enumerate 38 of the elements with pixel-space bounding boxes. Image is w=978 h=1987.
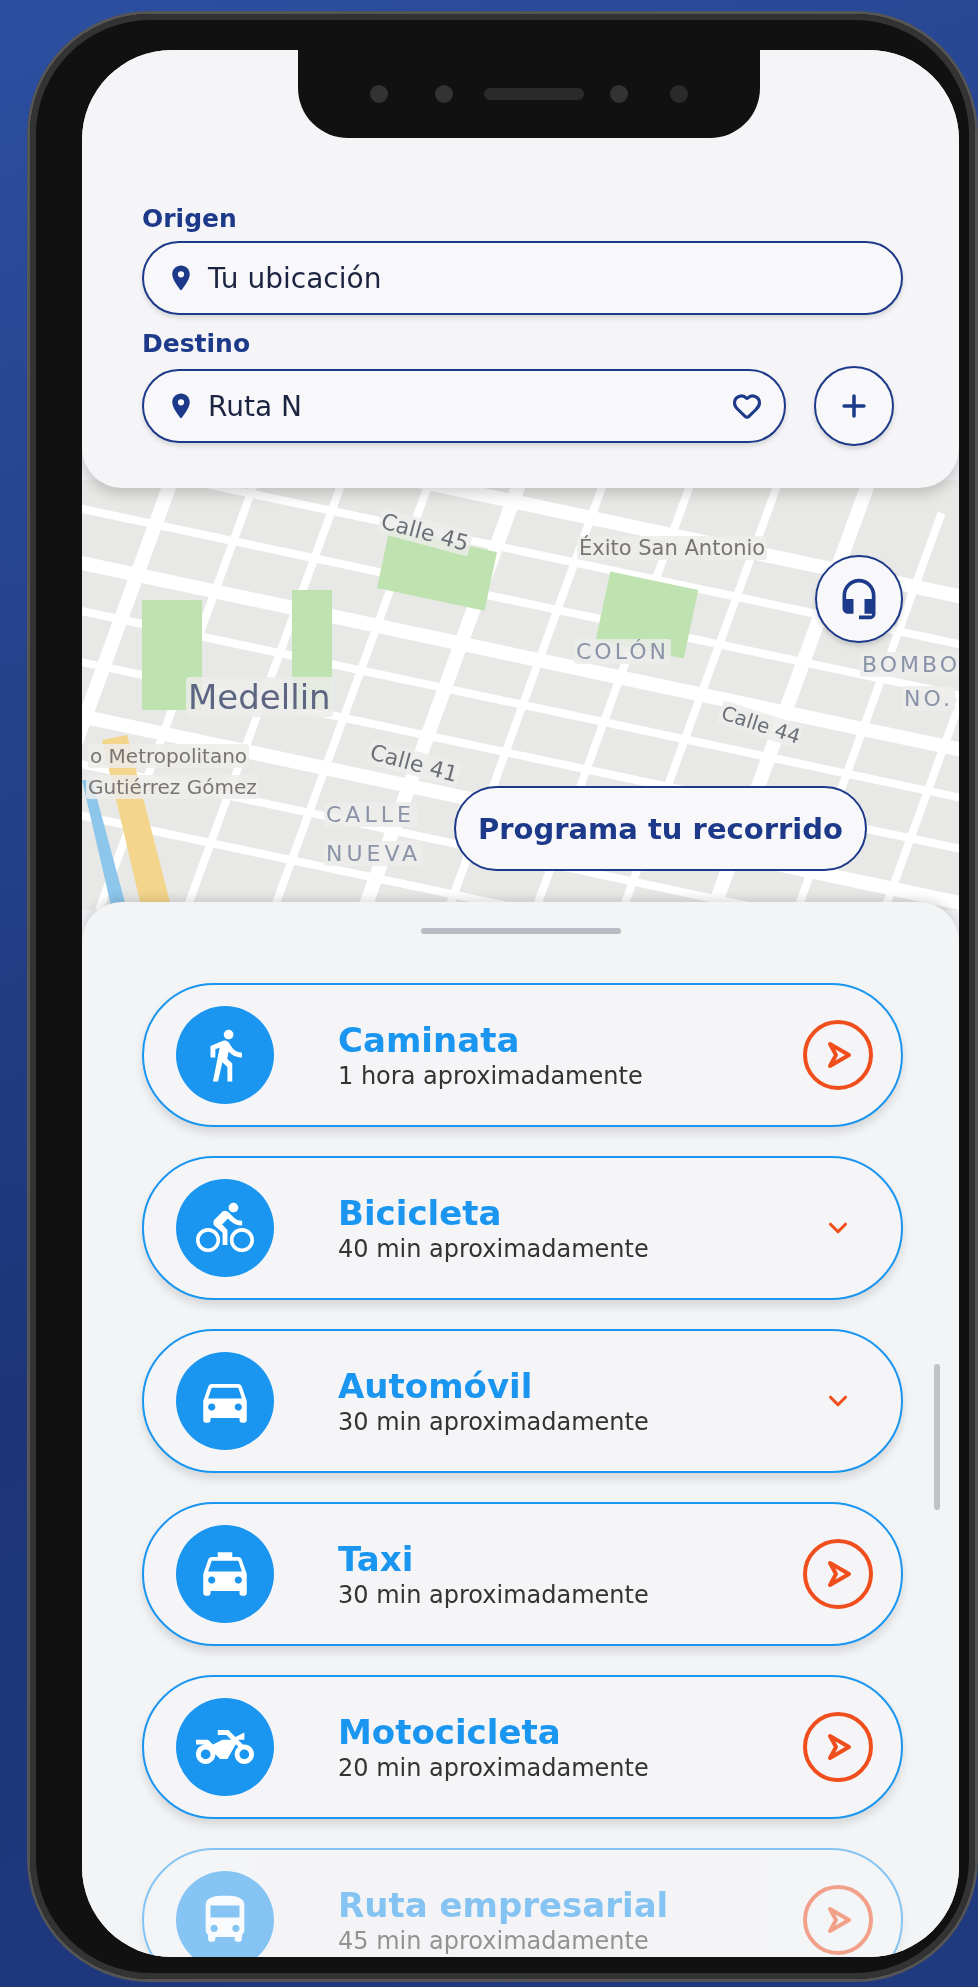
transport-option-card[interactable]: Caminata 1 hora aproximadamente	[142, 983, 903, 1127]
sheet-handle[interactable]	[420, 928, 621, 934]
map-label: BOMBO	[860, 652, 959, 677]
option-duration: 30 min aproximadamente	[338, 1408, 650, 1436]
option-title: Taxi	[338, 1539, 415, 1579]
map-label: Medellin	[186, 677, 333, 717]
option-title: Caminata	[338, 1020, 521, 1060]
heart-icon[interactable]	[732, 391, 762, 421]
map-label: COLÓN	[574, 639, 671, 664]
option-duration: 45 min aproximadamente	[338, 1927, 650, 1955]
schedule-trip-button[interactable]: Programa tu recorrido	[454, 786, 867, 871]
map-label: NUEVA	[324, 841, 424, 866]
option-title: Automóvil	[338, 1366, 534, 1406]
map-label: NO.	[902, 686, 955, 711]
field-label: Origen	[142, 204, 238, 233]
play-button[interactable]	[803, 1885, 873, 1955]
transport-option-card[interactable]: Taxi 30 min aproximadamente	[142, 1502, 903, 1646]
option-duration: 20 min aproximadamente	[338, 1754, 650, 1782]
map-label: CALLE	[324, 802, 417, 827]
option-title: Motocicleta	[338, 1712, 562, 1752]
play-button[interactable]	[803, 1539, 873, 1609]
option-title: Ruta empresarial	[338, 1885, 670, 1925]
origin-field[interactable]: Tu ubicación	[142, 241, 903, 315]
option-duration: 1 hora aproximadamente	[338, 1062, 644, 1090]
map-label: o Metropolitano	[88, 744, 250, 768]
map-label: Éxito San Antonio	[577, 536, 768, 560]
option-title: Bicicleta	[338, 1193, 503, 1233]
transport-option-card[interactable]: Bicicleta 40 min aproximadamente	[142, 1156, 903, 1300]
option-duration: 30 min aproximadamente	[338, 1581, 650, 1609]
transport-option-card[interactable]: Automóvil 30 min aproximadamente	[142, 1329, 903, 1473]
destination-field[interactable]: Ruta N	[142, 369, 786, 443]
option-duration: 40 min aproximadamente	[338, 1235, 650, 1263]
add-button[interactable]	[814, 366, 894, 446]
transport-option-card[interactable]: Motocicleta 20 min aproximadamente	[142, 1675, 903, 1819]
field-label: Destino	[142, 329, 252, 358]
play-button[interactable]	[803, 1712, 873, 1782]
map-label: Gutiérrez Gómez	[86, 775, 259, 799]
play-button[interactable]	[803, 1020, 873, 1090]
